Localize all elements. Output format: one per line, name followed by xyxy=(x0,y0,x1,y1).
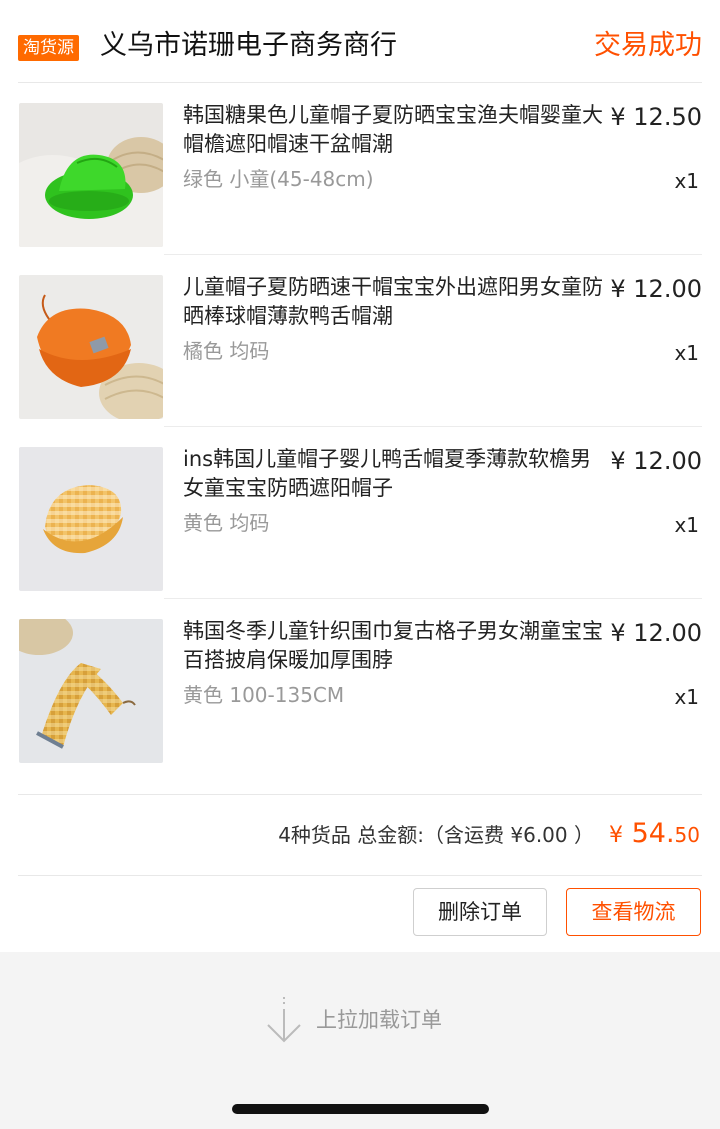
product-price: ¥ 12.00 xyxy=(610,619,702,647)
product-price: ¥ 12.00 xyxy=(610,275,702,303)
delete-order-button[interactable]: 删除订单 xyxy=(413,888,547,936)
product-quantity: x1 xyxy=(674,169,699,193)
green-bucket-hat-image xyxy=(19,103,163,247)
product-spec: 黄色 均码 xyxy=(183,511,270,535)
view-logistics-button[interactable]: 查看物流 xyxy=(566,888,701,936)
order-item[interactable]: 韩国糖果色儿童帽子夏防晒宝宝渔夫帽婴童大帽檐遮阳帽速干盆帽潮 绿色 小童(45-… xyxy=(18,83,702,255)
order-total: ¥ 54.50 xyxy=(609,817,700,854)
home-indicator[interactable] xyxy=(232,1104,489,1114)
product-thumbnail[interactable] xyxy=(19,275,163,419)
order-summary: 4种货品 总金额:（含运费 ¥6.00 ） ¥ 54.50 xyxy=(18,794,702,876)
product-thumbnail[interactable] xyxy=(19,447,163,591)
product-quantity: x1 xyxy=(674,513,699,537)
orange-baseball-cap-image xyxy=(19,275,163,419)
load-more-label: 上拉加载订单 xyxy=(316,1008,442,1032)
product-price: ¥ 12.00 xyxy=(610,447,702,475)
total-decimal: 50 xyxy=(674,823,700,847)
order-item[interactable]: 儿童帽子夏防晒速干帽宝宝外出遮阳男女童防晒棒球帽薄款鸭舌帽潮 橘色 均码 ¥ 1… xyxy=(18,255,702,427)
product-title[interactable]: 韩国糖果色儿童帽子夏防晒宝宝渔夫帽婴童大帽檐遮阳帽速干盆帽潮 xyxy=(183,101,603,159)
order-status: 交易成功 xyxy=(594,30,702,61)
product-quantity: x1 xyxy=(674,341,699,365)
product-quantity: x1 xyxy=(674,685,699,709)
yellow-plaid-cap-image xyxy=(19,447,163,591)
product-thumbnail[interactable] xyxy=(19,619,163,763)
source-badge: 淘货源 xyxy=(18,35,79,61)
shop-name[interactable]: 义乌市诺珊电子商务商行 xyxy=(100,26,397,66)
order-card: 淘货源 义乌市诺珊电子商务商行 交易成功 韩国糖果色儿童帽子夏防晒宝宝渔夫帽婴童… xyxy=(0,0,720,952)
total-currency: ¥ xyxy=(609,823,624,848)
product-title[interactable]: ins韩国儿童帽子婴儿鸭舌帽夏季薄款软檐男女童宝宝防晒遮阳帽子 xyxy=(183,445,603,503)
total-integer: 54. xyxy=(623,818,675,849)
product-thumbnail[interactable] xyxy=(19,103,163,247)
product-title[interactable]: 儿童帽子夏防晒速干帽宝宝外出遮阳男女童防晒棒球帽薄款鸭舌帽潮 xyxy=(183,273,603,331)
yellow-plaid-scarf-image xyxy=(19,619,163,763)
order-header: 淘货源 义乌市诺珊电子商务商行 交易成功 xyxy=(18,14,702,83)
product-spec: 绿色 小童(45-48cm) xyxy=(183,167,374,191)
product-spec: 橘色 均码 xyxy=(183,339,270,363)
order-item[interactable]: 韩国冬季儿童针织围巾复古格子男女潮童宝宝百搭披肩保暖加厚围脖 黄色 100-13… xyxy=(18,599,702,771)
product-title[interactable]: 韩国冬季儿童针织围巾复古格子男女潮童宝宝百搭披肩保暖加厚围脖 xyxy=(183,617,603,675)
product-spec: 黄色 100-135CM xyxy=(183,683,345,707)
product-price: ¥ 12.50 xyxy=(610,103,702,131)
order-item[interactable]: ins韩国儿童帽子婴儿鸭舌帽夏季薄款软檐男女童宝宝防晒遮阳帽子 黄色 均码 ¥ … xyxy=(18,427,702,599)
pull-up-arrow-icon xyxy=(267,997,301,1043)
summary-text: 4种货品 总金额:（含运费 ¥6.00 ） xyxy=(278,823,594,847)
